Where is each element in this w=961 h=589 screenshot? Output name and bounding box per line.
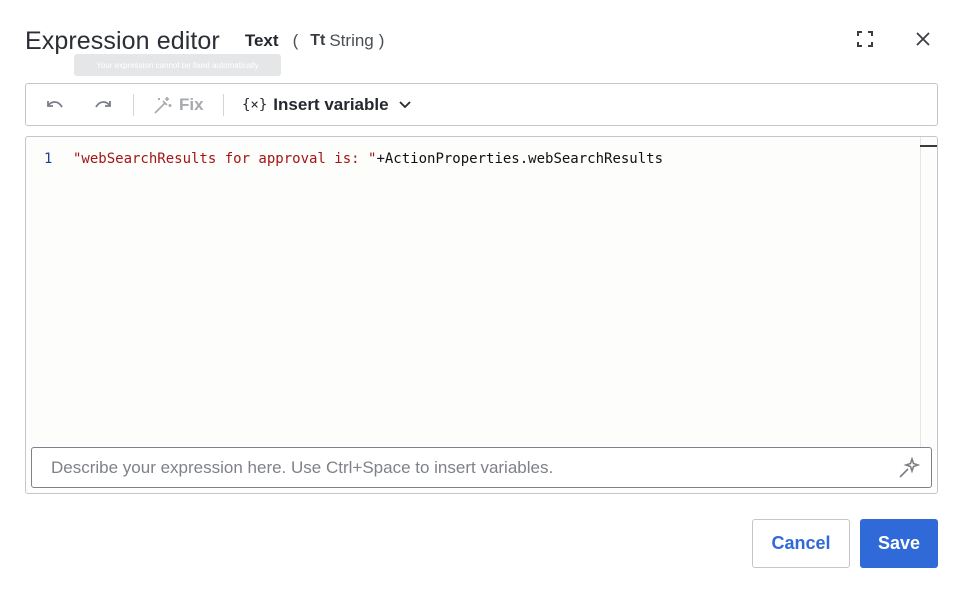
fix-label: Fix [179, 94, 204, 114]
type-info: ( Tt String ) [293, 31, 385, 51]
insert-variable-button[interactable]: {×} Insert variable [242, 90, 411, 120]
variable-icon: {×} [242, 96, 268, 113]
close-button[interactable] [912, 28, 934, 50]
type-label: Text [244, 31, 279, 50]
paren-close: ) [378, 31, 385, 50]
save-button[interactable]: Save [860, 519, 938, 568]
scrollbar-thumb[interactable] [920, 145, 937, 147]
text-type-icon: Tt [310, 32, 326, 49]
fix-tooltip: Your expression cannot be fixed automati… [74, 54, 281, 76]
close-icon [916, 32, 930, 46]
insert-variable-label: Insert variable [273, 94, 389, 114]
describe-expression-input[interactable] [51, 448, 891, 487]
sparkle-wand-icon [899, 457, 920, 478]
line-number: 1 [44, 151, 53, 167]
paren-open: ( [292, 31, 299, 50]
magic-wand-icon [154, 96, 172, 114]
cancel-button[interactable]: Cancel [752, 519, 850, 568]
expand-icon [857, 31, 873, 47]
toolbar-divider [223, 94, 224, 116]
redo-icon [95, 100, 111, 108]
undo-button[interactable] [44, 90, 66, 120]
code-content[interactable]: "webSearchResults for approval is: "+Act… [73, 151, 663, 167]
expand-button[interactable] [854, 28, 876, 50]
fix-button[interactable]: Fix [153, 90, 204, 120]
dialog-header: Expression editor Text ( Tt String ) [25, 24, 384, 58]
type-value: String [329, 31, 374, 50]
code-expression: +ActionProperties.webSearchResults [376, 151, 664, 167]
editor-toolbar: Fix {×} Insert variable [25, 83, 938, 126]
editor-scrollbar[interactable] [920, 137, 937, 447]
string-literal: "webSearchResults for approval is: " [73, 151, 377, 167]
undo-icon [47, 100, 63, 108]
expression-prompt [31, 447, 932, 488]
ai-generate-button[interactable] [897, 456, 921, 480]
code-editor[interactable]: 1 "webSearchResults for approval is: "+A… [25, 136, 938, 494]
toolbar-divider [133, 94, 134, 116]
dialog-title: Expression editor [25, 26, 220, 55]
redo-button[interactable] [92, 90, 114, 120]
chevron-down-icon [398, 100, 411, 108]
